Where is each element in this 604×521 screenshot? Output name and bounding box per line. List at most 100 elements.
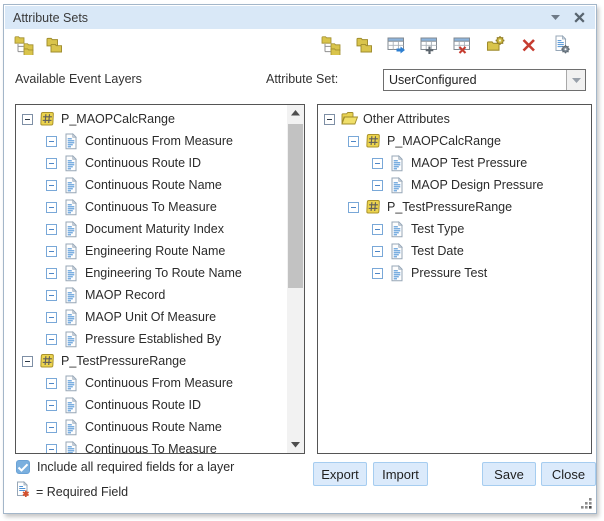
collapse-toggle[interactable] (46, 378, 57, 389)
required-field-legend: = Required Field (15, 481, 128, 503)
collapse-toggle[interactable] (372, 180, 383, 191)
scrollbar-thumb[interactable] (288, 124, 303, 288)
include-required-fields-label: Include all required fields for a layer (37, 460, 234, 474)
tree-item-label: Continuous Route ID (85, 156, 201, 170)
field-icon (63, 265, 81, 282)
event-layer-icon (365, 133, 383, 150)
tree-item-label: Continuous Route Name (85, 420, 222, 434)
tree-item[interactable]: Continuous To Measure (16, 196, 287, 218)
folder-gear-icon (486, 35, 506, 60)
tree-item[interactable]: MAOP Record (16, 284, 287, 306)
collapse-toggle[interactable] (46, 158, 57, 169)
dropdown-arrow-button[interactable] (566, 70, 585, 90)
attribute-set-dropdown[interactable]: UserConfigured (383, 69, 586, 91)
tree-item-label: MAOP Unit Of Measure (85, 310, 216, 324)
tree-item[interactable]: Test Type (318, 218, 591, 240)
vertical-scrollbar[interactable] (287, 105, 304, 453)
tree-item[interactable]: MAOP Unit Of Measure (16, 306, 287, 328)
folder-tree-button[interactable] (14, 37, 34, 57)
tree-item-label: Continuous From Measure (85, 134, 233, 148)
page-gear-button[interactable] (552, 37, 572, 57)
collapse-toggle[interactable] (46, 136, 57, 147)
collapse-toggle[interactable] (324, 114, 335, 125)
field-icon (63, 287, 81, 304)
field-icon (63, 199, 81, 216)
folder-gear-button[interactable] (486, 37, 506, 57)
collapse-toggle[interactable] (46, 202, 57, 213)
collapse-toggle[interactable] (348, 202, 359, 213)
collapse-toggle[interactable] (46, 268, 57, 279)
collapse-toggle[interactable] (22, 114, 33, 125)
scroll-up-button[interactable] (287, 105, 304, 121)
table-plus-button[interactable] (420, 37, 440, 57)
tree-item[interactable]: Continuous Route ID (16, 152, 287, 174)
folder-tree-button[interactable] (321, 37, 341, 57)
title-bar[interactable]: Attribute Sets (5, 6, 595, 29)
collapse-toggle[interactable] (372, 268, 383, 279)
collapse-toggle[interactable] (46, 422, 57, 433)
collapse-toggle[interactable] (372, 224, 383, 235)
tree-item[interactable]: Pressure Test (318, 262, 591, 284)
tree-item[interactable]: Continuous To Measure (16, 438, 287, 453)
tree-item[interactable]: Engineering To Route Name (16, 262, 287, 284)
field-icon (389, 221, 407, 238)
tree-item-label: MAOP Test Pressure (411, 156, 527, 170)
tree-item[interactable]: P_TestPressureRange (318, 196, 591, 218)
tree-item[interactable]: Continuous From Measure (16, 130, 287, 152)
tree-item[interactable]: Continuous From Measure (16, 372, 287, 394)
collapse-toggle[interactable] (348, 136, 359, 147)
collapse-toggle[interactable] (46, 290, 57, 301)
red-x-button[interactable] (519, 37, 539, 57)
collapse-toggle[interactable] (372, 158, 383, 169)
import-button[interactable]: Import (373, 462, 428, 486)
tree-item[interactable]: Engineering Route Name (16, 240, 287, 262)
collapse-toggle[interactable] (46, 334, 57, 345)
collapse-toggle[interactable] (46, 180, 57, 191)
required-field-icon (15, 481, 31, 503)
chevron-down-icon (551, 15, 560, 20)
tree-item[interactable]: P_TestPressureRange (16, 350, 287, 372)
collapse-toggle[interactable] (46, 312, 57, 323)
collapse-toggle[interactable] (46, 224, 57, 235)
tree-item-label: Continuous To Measure (85, 442, 217, 453)
field-icon (389, 177, 407, 194)
attribute-set-tree: Other Attributes P_MAOPCalcRange MAOP Te… (318, 105, 591, 453)
collapse-toggle[interactable] (22, 356, 33, 367)
tree-item[interactable]: MAOP Design Pressure (318, 174, 591, 196)
red-x-icon (519, 35, 539, 60)
collapse-toggle[interactable] (46, 246, 57, 257)
tree-item-label: P_TestPressureRange (387, 200, 512, 214)
scroll-down-button[interactable] (287, 437, 304, 453)
collapse-toggle[interactable] (46, 444, 57, 454)
tree-item[interactable]: MAOP Test Pressure (318, 152, 591, 174)
check-icon (17, 463, 29, 472)
field-icon (63, 397, 81, 414)
folders-button[interactable] (44, 37, 64, 57)
export-button[interactable]: Export (313, 462, 367, 486)
collapse-toggle[interactable] (46, 400, 57, 411)
collapse-dialog-button[interactable] (547, 10, 563, 26)
table-x-button[interactable] (453, 37, 473, 57)
close-button[interactable]: Close (541, 462, 596, 486)
close-dialog-button[interactable] (571, 10, 587, 26)
resize-grip[interactable] (580, 497, 593, 510)
tree-item[interactable]: P_MAOPCalcRange (318, 130, 591, 152)
tree-item[interactable]: P_MAOPCalcRange (16, 108, 287, 130)
tree-item[interactable]: Test Date (318, 240, 591, 262)
folders-button[interactable] (354, 37, 374, 57)
tree-item[interactable]: Continuous Route Name (16, 174, 287, 196)
tree-item-label: Continuous Route Name (85, 178, 222, 192)
tree-item[interactable]: Other Attributes (318, 108, 591, 130)
field-icon (389, 155, 407, 172)
tree-item[interactable]: Pressure Established By (16, 328, 287, 350)
tree-item[interactable]: Continuous Route Name (16, 416, 287, 438)
tree-item[interactable]: Continuous Route ID (16, 394, 287, 416)
tree-item[interactable]: Document Maturity Index (16, 218, 287, 240)
chevron-down-icon (572, 78, 581, 83)
collapse-toggle[interactable] (372, 246, 383, 257)
attribute-set-label: Attribute Set: (266, 72, 338, 86)
include-required-fields-checkbox[interactable] (16, 460, 30, 474)
table-arrow-button[interactable] (387, 37, 407, 57)
folders-icon (354, 35, 374, 60)
save-button[interactable]: Save (482, 462, 536, 486)
